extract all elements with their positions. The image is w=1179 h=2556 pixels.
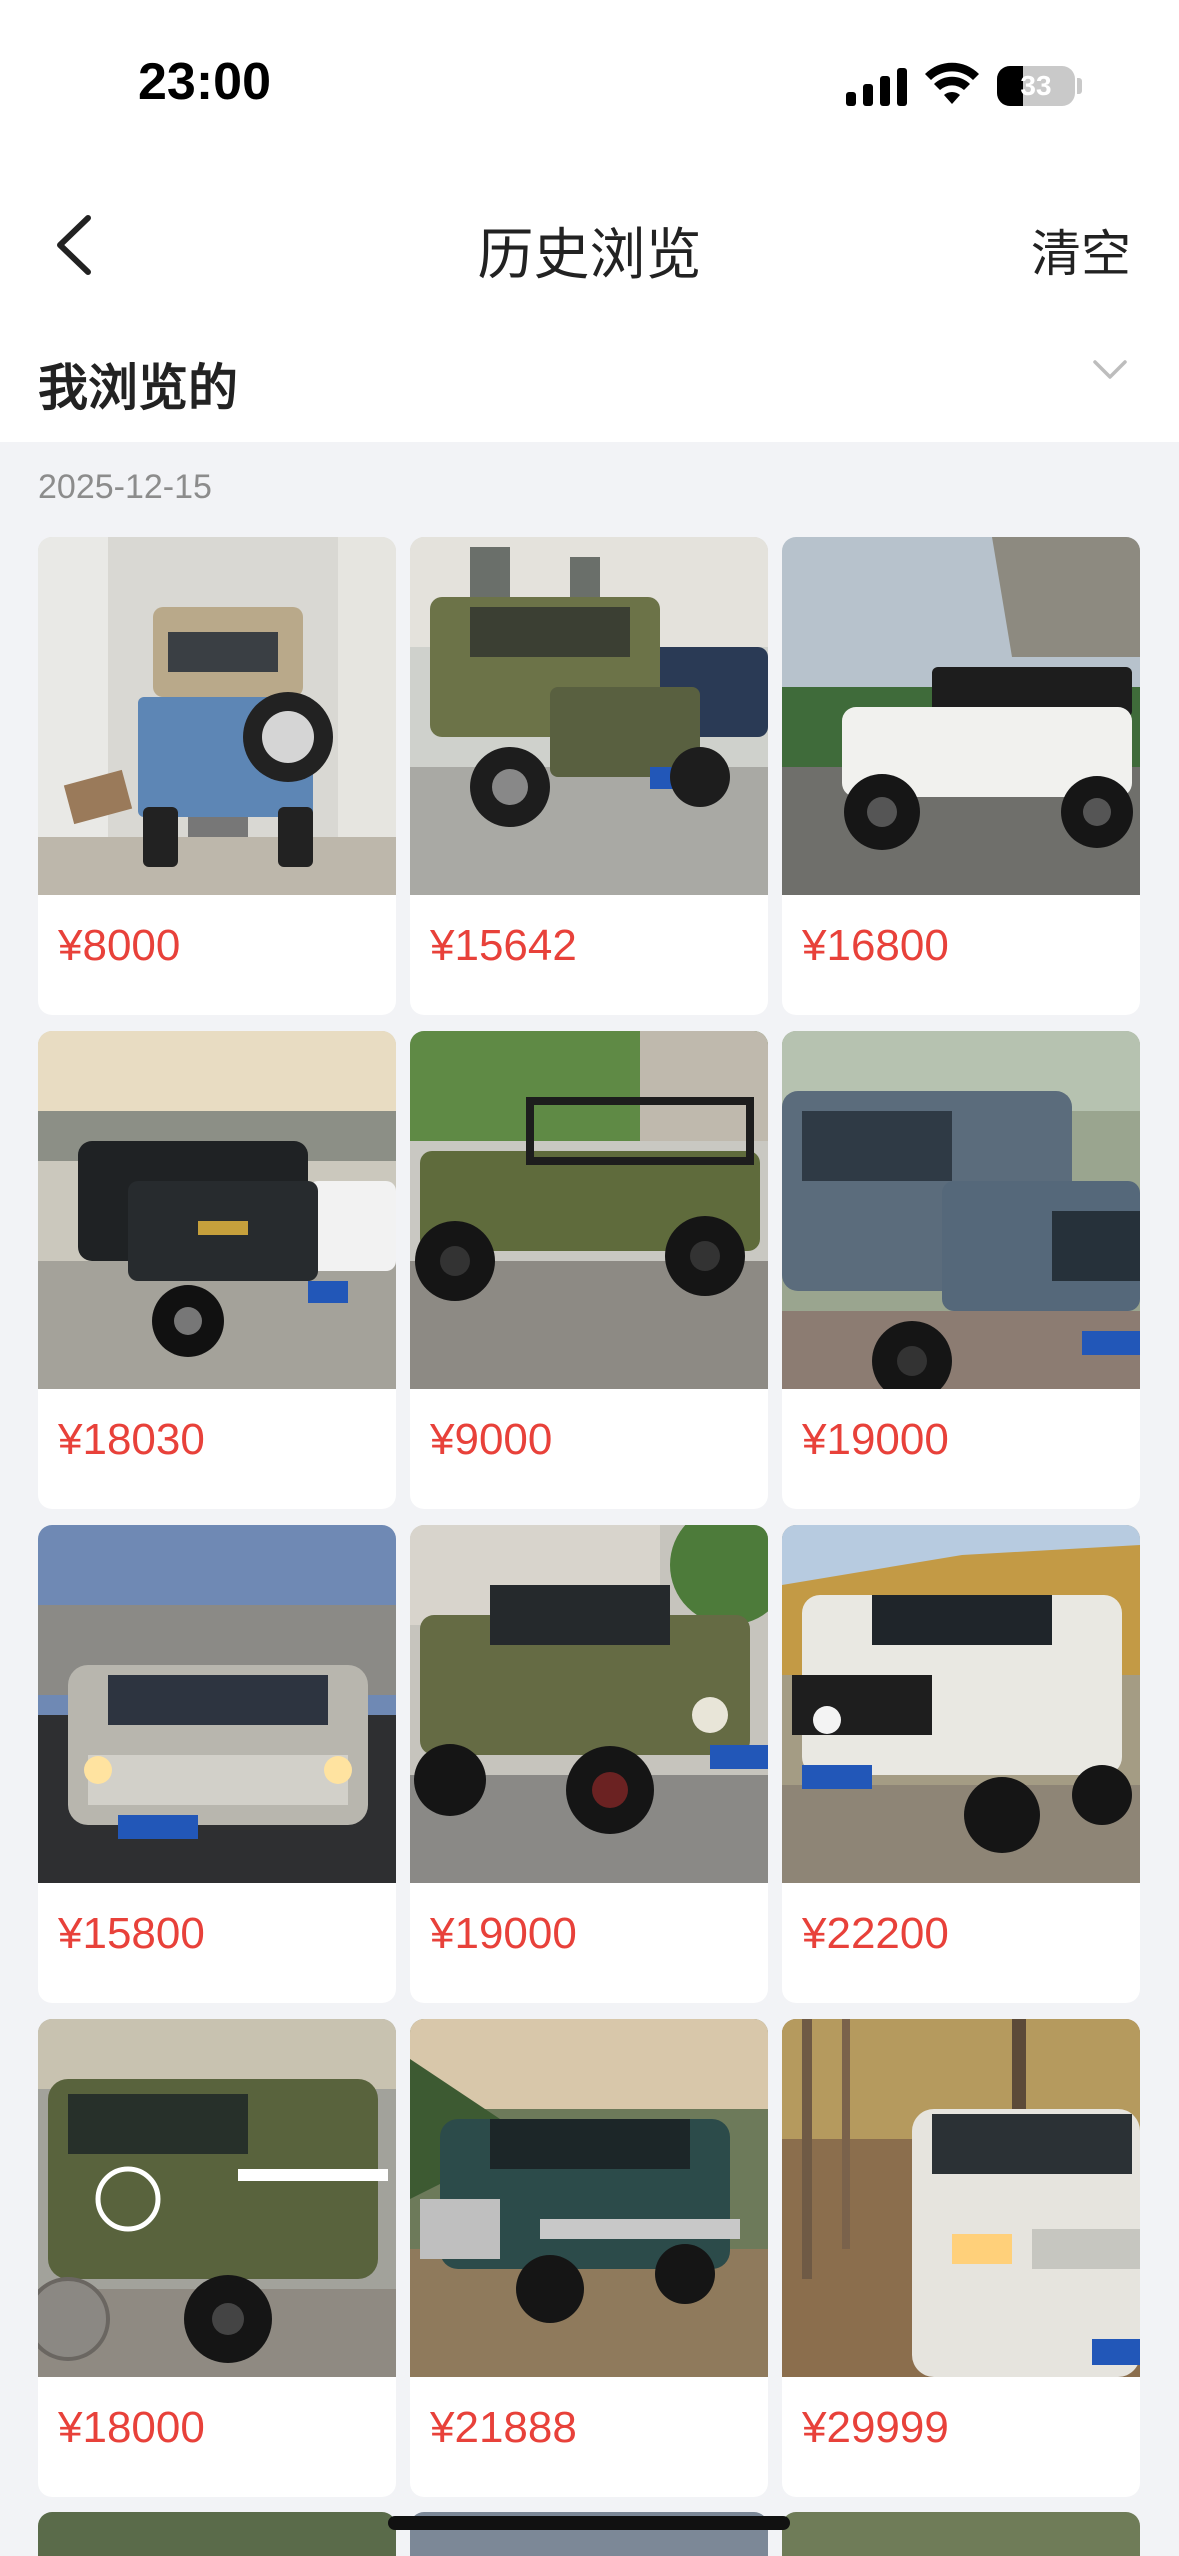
car-photo: [38, 1525, 396, 1883]
car-price: ¥8000: [58, 921, 181, 970]
car-price: ¥21888: [430, 2403, 577, 2452]
battery-cap: [1077, 78, 1082, 94]
car-price: ¥29999: [802, 2403, 949, 2452]
car-card[interactable]: ¥18000: [38, 2019, 396, 2497]
car-card[interactable]: ¥9000: [410, 1031, 768, 1509]
wifi-icon: [925, 62, 979, 104]
car-photo: [782, 1525, 1140, 1883]
nav-bar: 历史浏览 清空: [0, 170, 1179, 320]
filter-dropdown[interactable]: 我浏览的: [0, 320, 1179, 442]
battery-icon: 33: [997, 66, 1075, 106]
car-card-partial[interactable]: [38, 2512, 396, 2556]
car-card[interactable]: ¥21888: [410, 2019, 768, 2497]
car-card[interactable]: ¥18030: [38, 1031, 396, 1509]
car-photo: [38, 2019, 396, 2377]
car-photo: [410, 1031, 768, 1389]
car-price: ¥19000: [802, 1415, 949, 1464]
history-grid: ¥8000 ¥15642 ¥16800 ¥18030 ¥9000 ¥19000 …: [38, 537, 1142, 2497]
car-card[interactable]: ¥22200: [782, 1525, 1140, 2003]
status-time: 23:00: [138, 53, 271, 111]
date-header: 2025-12-15: [38, 468, 212, 506]
car-photo: [38, 1031, 396, 1389]
car-price: ¥18000: [58, 2403, 205, 2452]
car-price: ¥19000: [430, 1909, 577, 1958]
car-photo: [410, 1525, 768, 1883]
car-photo: [782, 1031, 1140, 1389]
battery-level: 33: [1020, 70, 1052, 101]
home-indicator: [388, 2516, 790, 2530]
car-price: ¥18030: [58, 1415, 205, 1464]
car-photo: [782, 2019, 1140, 2377]
car-card[interactable]: ¥19000: [782, 1031, 1140, 1509]
car-price: ¥22200: [802, 1909, 949, 1958]
car-card-partial[interactable]: [782, 2512, 1140, 2556]
car-photo: [410, 2019, 768, 2377]
status-bar: 23:00 33: [0, 0, 1179, 170]
car-price: ¥16800: [802, 921, 949, 970]
car-card[interactable]: ¥8000: [38, 537, 396, 1015]
car-card[interactable]: ¥29999: [782, 2019, 1140, 2497]
car-price: ¥9000: [430, 1415, 553, 1464]
car-price: ¥15800: [58, 1909, 205, 1958]
chevron-down-icon[interactable]: [1092, 358, 1128, 382]
car-card[interactable]: ¥16800: [782, 537, 1140, 1015]
car-photo: [782, 537, 1140, 895]
clear-button[interactable]: 清空: [1031, 214, 1131, 286]
car-photo: [38, 537, 396, 895]
car-card[interactable]: ¥15800: [38, 1525, 396, 2003]
page-title: 历史浏览: [477, 223, 702, 288]
cellular-signal-icon: [846, 66, 907, 106]
car-photo: [410, 537, 768, 895]
filter-label: 我浏览的: [38, 359, 238, 417]
car-price: ¥15642: [430, 921, 577, 970]
car-card[interactable]: ¥15642: [410, 537, 768, 1015]
car-card[interactable]: ¥19000: [410, 1525, 768, 2003]
